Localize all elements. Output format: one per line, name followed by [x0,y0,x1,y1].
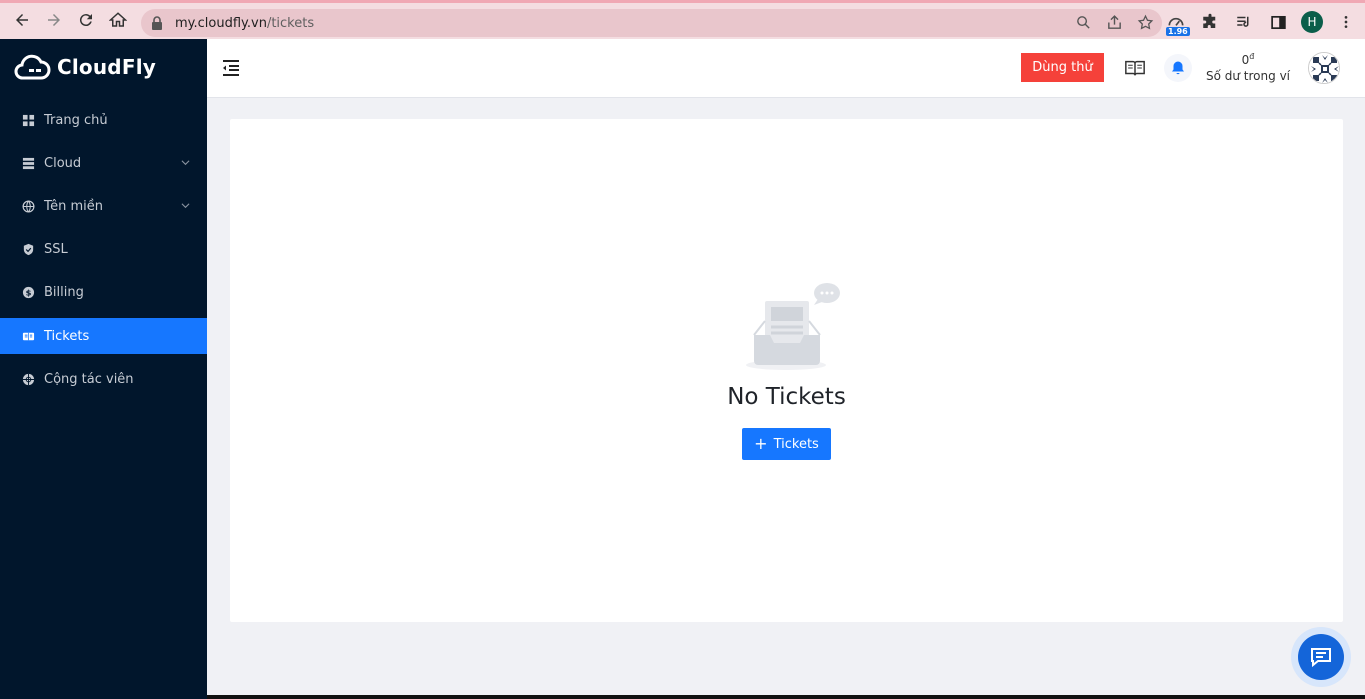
sidebar-item-tickets[interactable]: Tickets [0,318,207,354]
menu-collapse-icon[interactable] [221,58,241,78]
network-icon [22,373,35,386]
bottom-divider [207,695,1365,699]
browser-toolbar: my.cloudfly.vn/tickets 1.96 H [0,0,1365,39]
balance-label: Số dư trong ví [1206,69,1290,83]
user-avatar[interactable] [1308,52,1340,84]
media-queue-icon[interactable] [1233,10,1255,34]
balance-amount: 0đ [1241,52,1255,67]
server-icon [22,157,35,170]
side-panel-icon[interactable] [1267,10,1289,34]
sidebar-item-label: Cộng tác viên [44,372,134,387]
lock-icon [152,16,162,30]
shield-icon [22,243,35,256]
add-ticket-button[interactable]: + Tickets [742,428,831,460]
chat-bubble-icon [1311,648,1331,668]
empty-inbox-icon [746,283,840,370]
sidebar-item-cong-tac-vien[interactable]: Cộng tác viên [0,358,207,401]
forward-icon[interactable] [38,4,70,36]
extension-speed-icon[interactable]: 1.96 [1165,10,1190,36]
globe-icon [22,200,35,213]
notifications-button[interactable] [1164,54,1192,82]
wallet-balance[interactable]: 0đ Số dư trong ví [1200,52,1296,83]
sidebar-item-label: Tên miền [44,199,103,214]
chat-widget-button[interactable] [1291,627,1351,687]
trial-button[interactable]: Dùng thử [1021,53,1104,82]
tickets-card: No Tickets + Tickets [230,119,1343,622]
url-text: my.cloudfly.vn/tickets [175,15,315,31]
sidebar-item-billing[interactable]: $ Billing [0,271,207,314]
top-header: Dùng thử 0đ Số dư trong ví [207,39,1365,98]
sidebar: CloudFly Trang chủ Cloud Tên miền SSL $ … [0,39,207,699]
home-icon[interactable] [102,4,134,36]
dashboard-icon [22,114,35,127]
chevron-down-icon [181,160,190,166]
puzzle-icon[interactable] [1199,10,1221,34]
sidebar-item-label: SSL [44,242,68,257]
sidebar-item-ssl[interactable]: SSL [0,228,207,271]
reload-icon[interactable] [70,4,102,36]
identicon-icon [1309,53,1339,83]
brand-logo[interactable]: CloudFly [13,52,156,82]
dollar-icon: $ [22,286,35,299]
zoom-icon[interactable] [1075,14,1092,31]
profile-avatar[interactable]: H [1301,11,1323,33]
sidebar-item-label: Tickets [44,328,90,344]
sidebar-item-label: Billing [44,285,84,300]
brand-name: CloudFly [57,55,156,79]
docs-book-icon[interactable] [1124,57,1146,79]
sidebar-item-label: Cloud [44,156,82,171]
sidebar-item-ten-mien[interactable]: Tên miền [0,185,207,228]
bookmark-star-icon[interactable] [1137,14,1154,31]
cloud-logo-icon [14,54,51,80]
sidebar-item-trang-chu[interactable]: Trang chủ [0,99,207,142]
address-bar[interactable]: my.cloudfly.vn/tickets [141,9,1162,37]
sidebar-item-label: Trang chủ [44,113,108,128]
sidebar-menu: Trang chủ Cloud Tên miền SSL $ Billing T… [0,99,207,401]
empty-state-title: No Tickets [727,384,846,410]
ticket-icon [22,330,35,343]
add-ticket-label: Tickets [773,436,819,452]
extension-badge: 1.96 [1166,27,1190,36]
share-icon[interactable] [1106,14,1123,31]
back-icon[interactable] [6,4,38,36]
sidebar-item-cloud[interactable]: Cloud [0,142,207,185]
svg-text:$: $ [26,287,32,297]
plus-icon: + [754,434,768,453]
bell-icon [1172,61,1184,75]
kebab-menu-icon[interactable] [1335,10,1357,34]
chevron-down-icon [181,203,190,209]
